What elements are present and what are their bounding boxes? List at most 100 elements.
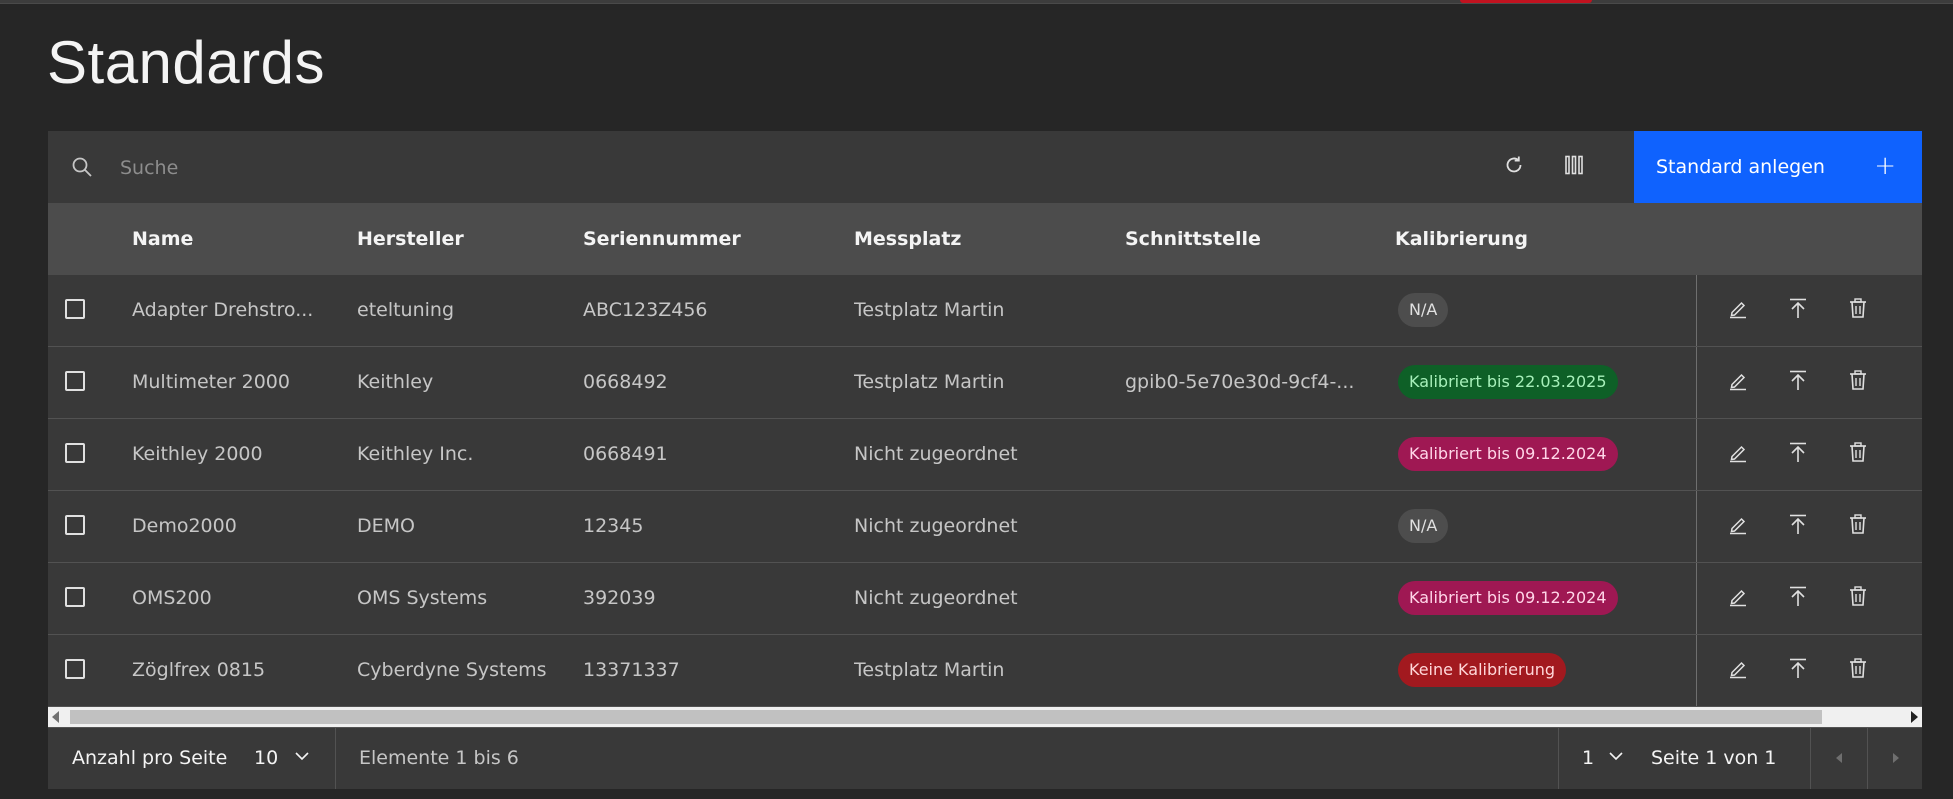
edit-icon <box>1727 441 1749 467</box>
column-header-messplatz[interactable]: Messplatz <box>854 203 962 275</box>
pagination: Anzahl pro Seite 10 Elemente 1 bis 6 1 S… <box>48 727 1922 789</box>
column-header-schnittstelle[interactable]: Schnittstelle <box>1125 203 1261 275</box>
row-checkbox[interactable] <box>65 587 85 607</box>
edit-button[interactable] <box>1725 513 1751 539</box>
row-checkbox[interactable] <box>65 659 85 679</box>
delete-button[interactable] <box>1845 369 1871 395</box>
table-row: Demo2000 DEMO 12345 Nicht zugeordnet N/A <box>48 491 1922 563</box>
export-button[interactable] <box>1785 441 1811 467</box>
column-header-name[interactable]: Name <box>132 203 193 275</box>
previous-page-button[interactable] <box>1811 728 1867 789</box>
cell-schnittstelle <box>1125 275 1387 346</box>
cell-schnittstelle <box>1125 563 1387 634</box>
delete-button[interactable] <box>1845 297 1871 323</box>
cell-seriennummer: 0668492 <box>583 371 668 393</box>
delete-button[interactable] <box>1845 441 1871 467</box>
cell-hersteller: eteltuning <box>357 299 455 321</box>
row-checkbox[interactable] <box>65 515 85 535</box>
export-button[interactable] <box>1785 657 1811 683</box>
cell-schnittstelle <box>1125 491 1387 562</box>
edit-button[interactable] <box>1725 585 1751 611</box>
page-select-value: 1 <box>1582 747 1595 769</box>
page-select[interactable]: 1 <box>1582 728 1624 789</box>
items-per-page-label: Anzahl pro Seite <box>72 747 228 769</box>
column-header-seriennummer[interactable]: Seriennummer <box>583 203 741 275</box>
calibration-status-badge: Kalibriert bis 22.03.2025 <box>1398 365 1618 399</box>
edit-button[interactable] <box>1725 657 1751 683</box>
calibration-status-badge: Keine Kalibrierung <box>1398 653 1566 687</box>
upload-icon <box>1787 441 1809 467</box>
scroll-right-arrow-icon[interactable] <box>1911 711 1918 723</box>
cell-messplatz: Nicht zugeordnet <box>854 515 1018 537</box>
search-input[interactable] <box>118 131 1122 205</box>
trash-icon <box>1847 513 1869 539</box>
horizontal-scrollbar[interactable] <box>48 707 1922 727</box>
export-button[interactable] <box>1785 297 1811 323</box>
add-standard-button[interactable]: Standard anlegen + <box>1634 131 1922 203</box>
edit-button[interactable] <box>1725 441 1751 467</box>
cell-messplatz: Testplatz Martin <box>854 371 1005 393</box>
table-row: Adapter Drehstro... eteltuning ABC123Z45… <box>48 275 1922 347</box>
delete-button[interactable] <box>1845 585 1871 611</box>
columns-icon <box>1562 153 1586 181</box>
cell-seriennummer: 12345 <box>583 515 644 537</box>
trash-icon <box>1847 585 1869 611</box>
export-button[interactable] <box>1785 513 1811 539</box>
row-actions <box>1696 635 1923 706</box>
trash-icon <box>1847 441 1869 467</box>
cell-name: Demo2000 <box>132 515 237 537</box>
row-actions <box>1696 563 1923 634</box>
row-actions <box>1696 491 1923 562</box>
calibration-status-badge: Kalibriert bis 09.12.2024 <box>1398 437 1618 471</box>
table-toolbar: Standard anlegen + <box>48 131 1922 205</box>
cell-name: Zöglfrex 0815 <box>132 659 266 681</box>
upload-icon <box>1787 369 1809 395</box>
calibration-status-badge: Kalibriert bis 09.12.2024 <box>1398 581 1618 615</box>
row-checkbox[interactable] <box>65 371 85 391</box>
column-header-hersteller[interactable]: Hersteller <box>357 203 464 275</box>
cell-schnittstelle: gpib0-5e70e30d-9cf4-... <box>1125 371 1355 393</box>
export-button[interactable] <box>1785 585 1811 611</box>
row-actions <box>1696 347 1923 418</box>
table-row: Zöglfrex 0815 Cyberdyne Systems 13371337… <box>48 635 1922 707</box>
search-icon <box>70 155 94 179</box>
table-row: Keithley 2000 Keithley Inc. 0668491 Nich… <box>48 419 1922 491</box>
table-row: Multimeter 2000 Keithley 0668492 Testpla… <box>48 347 1922 419</box>
column-settings-button[interactable] <box>1538 131 1610 203</box>
row-checkbox[interactable] <box>65 443 85 463</box>
delete-button[interactable] <box>1845 657 1871 683</box>
cell-hersteller: Cyberdyne Systems <box>357 659 547 681</box>
chevron-down-icon <box>1608 728 1624 789</box>
trash-icon <box>1847 657 1869 683</box>
upload-icon <box>1787 657 1809 683</box>
trash-icon <box>1847 369 1869 395</box>
export-button[interactable] <box>1785 369 1811 395</box>
column-header-kalibrierung[interactable]: Kalibrierung <box>1395 203 1528 275</box>
upload-icon <box>1787 513 1809 539</box>
delete-button[interactable] <box>1845 513 1871 539</box>
scroll-left-arrow-icon[interactable] <box>52 711 59 723</box>
cell-name: Multimeter 2000 <box>132 371 290 393</box>
cell-seriennummer: 0668491 <box>583 443 668 465</box>
cell-messplatz: Testplatz Martin <box>854 299 1005 321</box>
cell-hersteller: DEMO <box>357 515 415 537</box>
cell-name: Adapter Drehstro... <box>132 299 314 321</box>
row-checkbox[interactable] <box>65 299 85 319</box>
items-per-page-select[interactable]: 10 <box>254 728 310 789</box>
edit-icon <box>1727 585 1749 611</box>
pagination-divider <box>335 728 336 789</box>
cell-hersteller: Keithley Inc. <box>357 443 474 465</box>
cell-messplatz: Nicht zugeordnet <box>854 587 1018 609</box>
edit-icon <box>1727 297 1749 323</box>
cell-hersteller: Keithley <box>357 371 434 393</box>
row-actions <box>1696 419 1923 490</box>
edit-button[interactable] <box>1725 297 1751 323</box>
next-page-button[interactable] <box>1868 728 1924 789</box>
scrollbar-thumb[interactable] <box>70 710 1822 724</box>
upload-icon <box>1787 585 1809 611</box>
items-range-text: Elemente 1 bis 6 <box>359 747 519 769</box>
edit-button[interactable] <box>1725 369 1751 395</box>
cell-seriennummer: 392039 <box>583 587 656 609</box>
chevron-down-icon <box>294 728 310 789</box>
add-standard-button-label: Standard anlegen <box>1656 156 1825 178</box>
